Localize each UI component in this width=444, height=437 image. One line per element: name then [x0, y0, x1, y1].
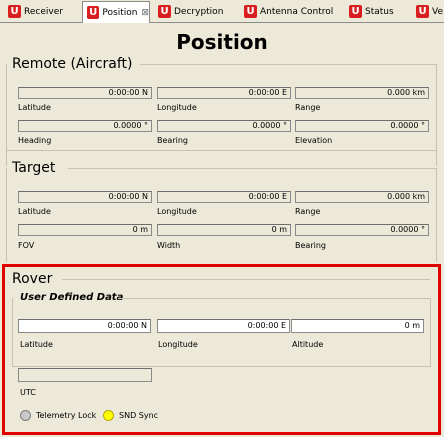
target-range-field[interactable]: 0.000 km	[295, 191, 429, 203]
page-title: Position	[176, 30, 268, 54]
user-defined-data-title: User Defined Data	[20, 292, 124, 303]
telemetry-lock-label: Telemetry Lock	[36, 411, 97, 420]
rover-utc-label: UTC	[20, 388, 36, 397]
target-bearing-label: Bearing	[295, 241, 326, 250]
target-width-label: Width	[157, 241, 181, 250]
rover-latitude-input[interactable]: 0:00:00 N	[18, 319, 151, 333]
snd-sync-indicator-icon	[103, 410, 114, 421]
rover-latitude-label: Latitude	[20, 340, 53, 349]
tab-label: Ve	[432, 6, 443, 17]
divider	[12, 366, 431, 367]
tab-ve[interactable]: U Ve	[412, 2, 443, 21]
remote-group-title: Remote (Aircraft)	[12, 56, 133, 72]
divider	[140, 64, 436, 65]
tab-label: Receiver	[24, 6, 63, 17]
divider	[118, 298, 430, 299]
remote-bearing-field[interactable]: 0.0000 °	[157, 120, 291, 132]
remote-range-label: Range	[295, 103, 321, 112]
close-icon[interactable]: ⊠	[141, 8, 149, 18]
telemetry-lock-indicator-icon	[20, 410, 31, 421]
tab-decryption[interactable]: U Decryption	[154, 2, 223, 21]
rover-altitude-input[interactable]: 0 m	[291, 319, 424, 333]
target-longitude-label: Longitude	[157, 207, 197, 216]
snd-sync-label: SND Sync	[119, 411, 159, 420]
remote-heading-field[interactable]: 0.0000 °	[18, 120, 152, 132]
tab-label: Status	[365, 6, 394, 17]
remote-range-field[interactable]: 0.000 km	[295, 87, 429, 99]
remote-latitude-field[interactable]: 0:00:00 N	[18, 87, 152, 99]
target-width-field[interactable]: 0 m	[157, 224, 291, 236]
tab-position[interactable]: U Position ⊠	[82, 1, 150, 23]
app-icon: U	[349, 5, 362, 18]
tab-antenna-control[interactable]: U Antenna Control	[240, 2, 333, 21]
tab-receiver[interactable]: U Receiver	[4, 2, 63, 21]
divider	[12, 298, 13, 366]
divider	[68, 168, 436, 169]
remote-longitude-label: Longitude	[157, 103, 197, 112]
divider	[6, 150, 437, 151]
target-longitude-field[interactable]: 0:00:00 E	[157, 191, 291, 203]
remote-longitude-field[interactable]: 0:00:00 E	[157, 87, 291, 99]
app-icon: U	[8, 5, 21, 18]
rover-utc-field[interactable]	[18, 368, 152, 382]
remote-bearing-label: Bearing	[157, 136, 188, 145]
rover-highlight-box	[2, 264, 441, 435]
rover-longitude-label: Longitude	[158, 340, 198, 349]
app-icon: U	[416, 5, 429, 18]
tab-label: Antenna Control	[260, 6, 334, 17]
target-latitude-field[interactable]: 0:00:00 N	[18, 191, 152, 203]
app-icon: U	[158, 5, 171, 18]
divider	[430, 298, 431, 366]
target-group-title: Target	[12, 160, 56, 176]
remote-heading-label: Heading	[18, 136, 52, 145]
target-fov-field[interactable]: 0 m	[18, 224, 152, 236]
target-range-label: Range	[295, 207, 321, 216]
tab-label: Decryption	[174, 6, 224, 17]
tab-bar: U Receiver U Position ⊠ U Decryption U A…	[0, 0, 444, 23]
remote-elevation-label: Elevation	[295, 136, 333, 145]
divider	[436, 168, 437, 262]
rover-longitude-input[interactable]: 0:00:00 E	[157, 319, 290, 333]
tab-label: Position	[102, 7, 138, 18]
app-icon: U	[244, 5, 257, 18]
divider	[62, 279, 430, 280]
rover-altitude-label: Altitude	[292, 340, 324, 349]
rover-group-title: Rover	[12, 271, 53, 287]
remote-elevation-field[interactable]: 0.0000 °	[295, 120, 429, 132]
tab-status[interactable]: U Status	[345, 2, 394, 21]
remote-latitude-label: Latitude	[18, 103, 51, 112]
divider	[6, 168, 7, 262]
app-icon: U	[87, 6, 100, 19]
target-bearing-field[interactable]: 0.0000 °	[295, 224, 429, 236]
target-fov-label: FOV	[18, 241, 35, 250]
target-latitude-label: Latitude	[18, 207, 51, 216]
